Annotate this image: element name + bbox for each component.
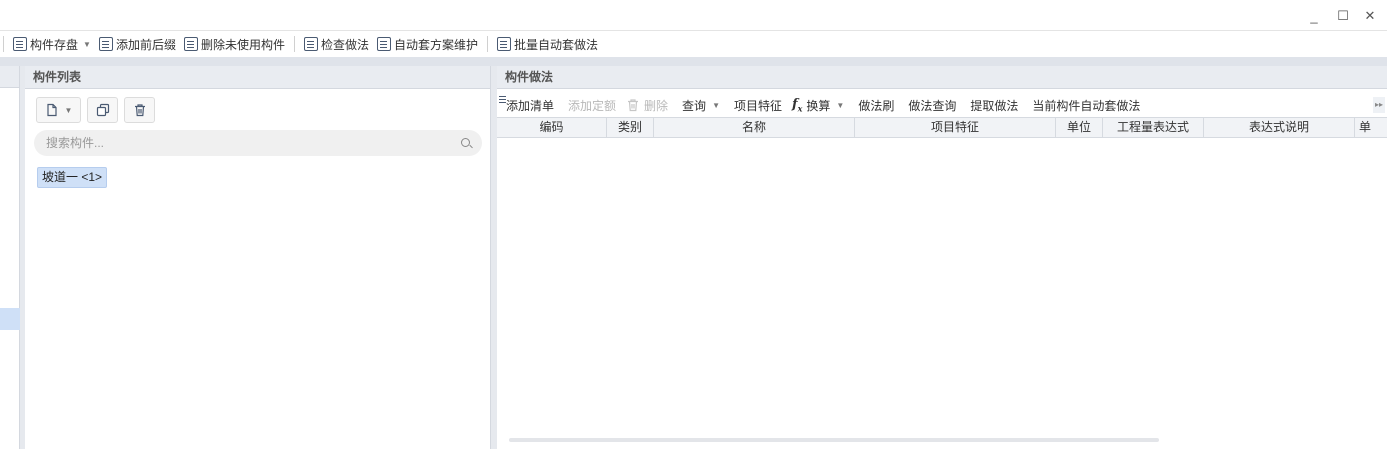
delete-component-button[interactable] [124,97,155,123]
trash-icon [134,104,145,117]
title-bar: _ ☐ ✕ [0,0,1387,30]
delete-unused-label: 删除未使用构件 [200,37,285,52]
current-auto-method-label: 当前构件自动套做法 [1032,98,1141,113]
left-navigation-strip [0,66,20,449]
conversion-button[interactable]: fx 换算 ▼ [787,94,849,116]
save-component-label: 构件存盘 [30,37,79,52]
extract-method-label: 提取做法 [970,98,1019,113]
column-header-quantity-expression[interactable]: 工程量表达式 [1103,118,1204,138]
add-list-button[interactable]: 添加清单 [497,94,559,116]
chevron-down-icon[interactable]: ▼ [83,40,91,49]
component-search-box [34,130,482,156]
chevron-down-icon[interactable]: ▼ [836,101,844,110]
toolbar-separator [3,36,4,52]
left-strip-header [0,66,19,88]
copy-component-button[interactable] [87,97,118,123]
auto-scheme-button[interactable]: 自动套方案维护 [373,33,482,55]
method-table-header: 编码 类别 名称 项目特征 单位 工程量表达式 表达式说明 单 [497,117,1387,138]
method-query-label: 做法查询 [908,98,957,113]
prefix-suffix-button[interactable]: 添加前后缀 [95,33,180,55]
component-list-item[interactable]: 坡道一 <1> [37,167,108,188]
auto-scheme-label: 自动套方案维护 [393,37,478,52]
project-feature-button[interactable]: 项目特征 [725,94,787,116]
prefix-suffix-icon [98,37,113,51]
minimize-button[interactable]: _ [1302,6,1326,26]
column-header-name[interactable]: 名称 [654,118,855,138]
left-strip-selected-row[interactable] [0,308,20,330]
toolbar-separator [487,36,488,52]
new-document-icon [46,103,57,117]
component-method-panel: 构件做法 添加清单 添加定额 删除 查询 ▼ 项目特征 fx 换算 ▼ 做法刷 … [497,66,1387,449]
add-quota-button[interactable]: 添加定额 [559,94,621,116]
query-button[interactable]: 查询 ▼ [673,94,725,116]
delete-unused-icon [183,37,198,51]
batch-auto-method-label: 批量自动套做法 [514,37,599,52]
delete-method-button[interactable]: 删除 [621,94,673,116]
component-list-title: 构件列表 [25,66,490,89]
component-list-panel: 构件列表 ▼ 坡道一 <1> [25,66,491,449]
toolbar-overflow-icon[interactable]: ▸▸ [1373,97,1385,113]
save-component-icon [13,37,27,51]
auto-scheme-icon [376,37,391,51]
check-method-label: 检查做法 [320,37,369,52]
add-list-label: 添加清单 [506,98,555,113]
conversion-label: 换算 [806,98,831,113]
project-feature-label: 项目特征 [733,98,782,113]
method-toolbar: 添加清单 添加定额 删除 查询 ▼ 项目特征 fx 换算 ▼ 做法刷 做法查询 … [497,93,1387,117]
save-component-button[interactable]: 构件存盘 ▼ [9,33,95,55]
copy-icon [96,103,109,117]
column-header-expression-description[interactable]: 表达式说明 [1204,118,1355,138]
chevron-down-icon[interactable]: ▼ [65,106,73,115]
query-label: 查询 [682,98,707,113]
delete-unused-button[interactable]: 删除未使用构件 [180,33,289,55]
maximize-button[interactable]: ☐ [1331,6,1355,26]
add-quota-label: 添加定额 [568,98,617,113]
method-brush-button[interactable]: 做法刷 [849,94,899,116]
close-button[interactable]: ✕ [1358,6,1382,26]
component-method-title: 构件做法 [497,66,1387,89]
column-header-project-feature[interactable]: 项目特征 [855,118,1056,138]
main-toolbar: 构件存盘 ▼ 添加前后缀 删除未使用构件 检查做法 自动套方案维护 批量自动套做… [0,30,1387,57]
new-component-button[interactable]: ▼ [36,97,81,123]
column-header-code[interactable]: 编码 [497,118,607,138]
panel-top-band [0,57,1387,66]
column-header-unit-price[interactable]: 单 [1355,118,1387,138]
prefix-suffix-label: 添加前后缀 [115,37,176,52]
method-query-button[interactable]: 做法查询 [899,94,961,116]
component-search-input[interactable] [46,134,446,152]
check-method-button[interactable]: 检查做法 [300,33,373,55]
column-header-category[interactable]: 类别 [607,118,654,138]
chevron-down-icon[interactable]: ▼ [712,101,720,110]
column-header-unit[interactable]: 单位 [1056,118,1103,138]
toolbar-separator [293,36,295,52]
horizontal-scrollbar[interactable] [509,438,1159,442]
method-brush-label: 做法刷 [858,98,895,113]
extract-method-button[interactable]: 提取做法 [961,94,1023,116]
trash-icon [628,99,639,112]
search-icon[interactable] [461,138,470,147]
fx-icon: fx [792,96,803,114]
batch-auto-method-icon [497,37,511,51]
component-list-toolbar: ▼ [36,97,155,123]
current-auto-method-button[interactable]: 当前构件自动套做法 [1023,94,1145,116]
check-method-icon [303,37,318,51]
delete-method-label: 删除 [644,98,669,113]
batch-auto-method-button[interactable]: 批量自动套做法 [493,33,602,55]
